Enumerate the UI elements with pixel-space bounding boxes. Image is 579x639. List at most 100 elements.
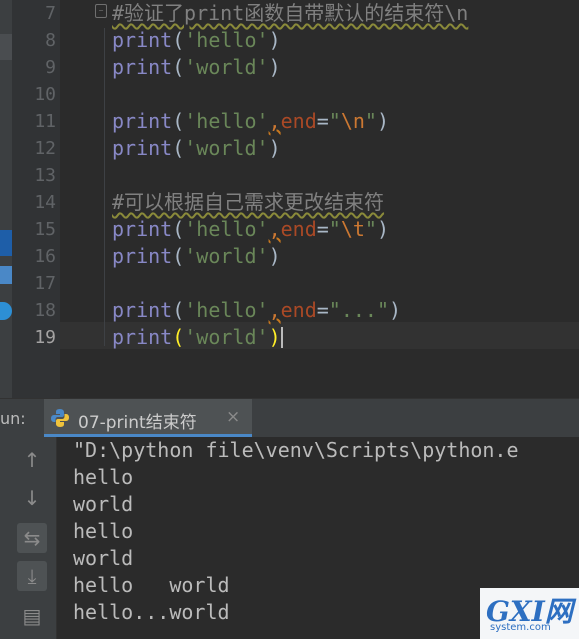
code-comment: #验证了print函数自带默认的结束符\n xyxy=(112,1,469,25)
console-line: world xyxy=(73,546,134,570)
run-tool-window-header: un: 07-print结束符 × xyxy=(0,398,579,437)
code-token: print xyxy=(112,55,173,79)
code-token: ) xyxy=(389,298,402,322)
code-token: ( xyxy=(172,28,185,52)
run-toolbar: ↑ ↓ ⇆ ⤓ ▤ xyxy=(0,437,57,639)
code-token: 'hello' xyxy=(184,28,269,52)
run-label: un: xyxy=(0,409,26,428)
code-token: print xyxy=(112,325,173,349)
code-token: \n xyxy=(340,109,365,133)
watermark-logo: GXI网 system.com xyxy=(480,588,579,639)
code-token: 'world' xyxy=(184,136,269,160)
code-editor[interactable]: 7 8 9 10 11 12 13 14 15 16 17 18 19 − #验证了print函数自带默… xyxy=(0,0,579,398)
code-token: = xyxy=(316,217,329,241)
code-token: " xyxy=(328,217,341,241)
tool-strip-tab[interactable] xyxy=(0,34,12,60)
console-line: hello...world xyxy=(73,600,230,624)
code-token: print xyxy=(112,298,173,322)
code-token: 'world' xyxy=(184,325,269,349)
code-token: ) xyxy=(268,136,281,160)
line-number: 17 xyxy=(34,273,56,294)
close-icon[interactable]: × xyxy=(226,407,240,427)
print-icon[interactable]: ▤ xyxy=(17,601,47,631)
code-line[interactable]: print('hello',end="...") xyxy=(112,297,401,324)
code-token: ) xyxy=(268,55,281,79)
line-number: 16 xyxy=(34,246,56,267)
tool-strip-tab[interactable] xyxy=(0,266,12,284)
code-token: print xyxy=(112,136,173,160)
code-token: 'world' xyxy=(184,244,269,268)
code-token: " xyxy=(328,109,341,133)
line-number: 9 xyxy=(45,57,56,78)
code-token: ( xyxy=(172,244,185,268)
console-line: hello xyxy=(73,465,134,489)
code-token: 'hello' xyxy=(184,217,269,241)
code-token: end xyxy=(280,298,317,322)
run-tab[interactable]: 07-print结束符 × xyxy=(44,399,252,437)
console-line: "D:\python file\venv\Scripts\python.e xyxy=(73,438,519,462)
line-number: 7 xyxy=(45,3,56,24)
code-token: 'world' xyxy=(184,55,269,79)
code-token: = xyxy=(316,109,329,133)
code-line[interactable]: #可以根据自己需求更改结束符 xyxy=(112,189,384,216)
code-token: , xyxy=(268,217,281,241)
code-line[interactable]: print('hello',end="\t") xyxy=(112,216,389,243)
line-number: 13 xyxy=(34,165,56,186)
code-token: end xyxy=(280,217,317,241)
code-token: \t xyxy=(340,217,365,241)
run-tab-label: 07-print结束符 xyxy=(78,413,197,433)
project-tool-strip xyxy=(0,0,12,398)
code-line[interactable]: print('world',) xyxy=(112,324,283,351)
code-token: print xyxy=(112,217,173,241)
arrow-down-icon[interactable]: ↓ xyxy=(17,483,47,513)
code-line[interactable]: #验证了print函数自带默认的结束符\n xyxy=(112,0,468,27)
code-line[interactable]: print('hello',end="\n") xyxy=(112,108,389,135)
code-token: ( xyxy=(172,217,185,241)
watermark-subtext: system.com xyxy=(490,622,551,633)
code-token: print xyxy=(112,28,173,52)
line-number: 14 xyxy=(34,192,56,213)
code-token: ) xyxy=(376,109,390,133)
console-line: world xyxy=(73,492,134,516)
code-token: , xyxy=(268,109,281,133)
line-number: 10 xyxy=(34,84,56,105)
tool-strip-tab[interactable] xyxy=(0,230,12,256)
code-line[interactable]: print('world') xyxy=(112,135,281,162)
code-token: = xyxy=(316,298,329,322)
tool-strip-tab[interactable] xyxy=(0,302,12,320)
code-token: ( xyxy=(172,136,185,160)
code-token: ( xyxy=(172,109,185,133)
line-number-gutter: 7 8 9 10 11 12 13 14 15 16 17 18 19 xyxy=(12,0,60,398)
line-number: 12 xyxy=(34,138,56,159)
soft-wrap-icon[interactable]: ⇆ xyxy=(17,523,47,553)
code-token: " xyxy=(364,109,377,133)
code-token: ) xyxy=(268,244,281,268)
scroll-to-end-icon[interactable]: ⤓ xyxy=(17,561,47,591)
code-token: "..." xyxy=(328,298,389,322)
line-number: 15 xyxy=(34,219,56,240)
code-comment: #可以根据自己需求更改结束符 xyxy=(112,190,385,214)
code-token: print xyxy=(112,109,173,133)
line-number: 11 xyxy=(34,111,56,132)
code-token: 'hello' xyxy=(184,298,269,322)
code-token: ( xyxy=(172,298,185,322)
code-token: ( xyxy=(172,325,185,349)
arrow-up-icon[interactable]: ↑ xyxy=(17,445,47,475)
fold-icon[interactable]: − xyxy=(95,4,107,18)
code-token: ) xyxy=(268,325,281,349)
code-line[interactable]: print('hello') xyxy=(112,27,281,54)
text-cursor xyxy=(280,327,283,348)
line-number: 19 xyxy=(34,327,56,348)
indent-guide xyxy=(104,28,105,346)
code-token: 'hello' xyxy=(184,109,269,133)
code-token: print xyxy=(112,244,173,268)
code-line[interactable]: print('world') xyxy=(112,54,281,81)
code-line[interactable]: print('world') xyxy=(112,243,281,270)
code-token: ) xyxy=(376,217,390,241)
line-number: 18 xyxy=(34,300,56,321)
code-token: ( xyxy=(172,55,185,79)
code-token: ) xyxy=(268,28,281,52)
line-number: 8 xyxy=(45,30,56,51)
code-token: " xyxy=(364,217,377,241)
console-line: hello xyxy=(73,519,134,543)
